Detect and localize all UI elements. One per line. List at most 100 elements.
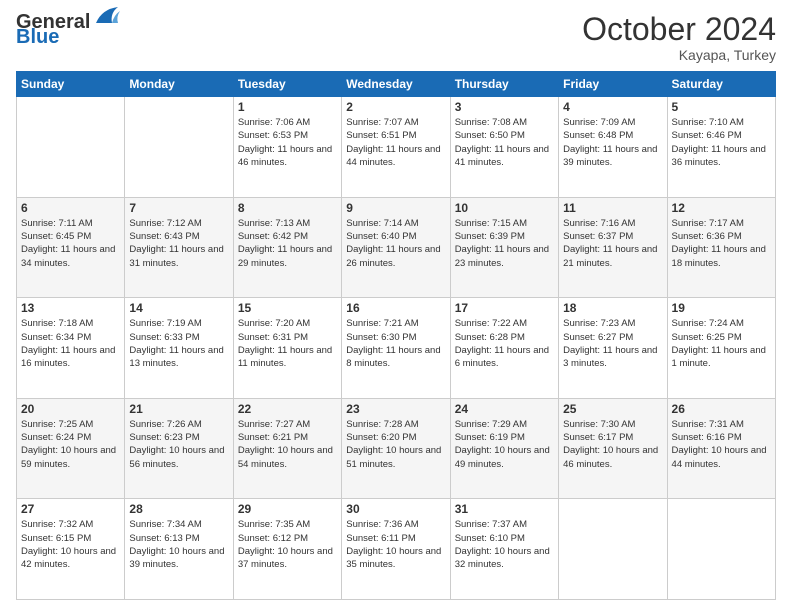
day-info: Sunrise: 7:09 AMSunset: 6:48 PMDaylight:… xyxy=(563,116,662,169)
day-info: Sunrise: 7:10 AMSunset: 6:46 PMDaylight:… xyxy=(672,116,771,169)
day-number: 10 xyxy=(455,201,554,215)
day-number: 11 xyxy=(563,201,662,215)
calendar-cell: 30 Sunrise: 7:36 AMSunset: 6:11 PMDayligh… xyxy=(342,499,450,600)
calendar-cell: 27Sunrise: 7:32 AMSunset: 6:15 PMDayligh… xyxy=(17,499,125,600)
weekday-header-row: SundayMondayTuesdayWednesdayThursdayFrid… xyxy=(17,72,776,97)
day-number: 13 xyxy=(21,301,120,315)
day-number: 28 xyxy=(129,502,228,516)
day-number: 3 xyxy=(455,100,554,114)
day-info: Sunrise: 7:15 AMSunset: 6:39 PMDaylight:… xyxy=(455,217,554,270)
weekday-header: Saturday xyxy=(667,72,775,97)
day-number: 29 xyxy=(238,502,337,516)
calendar-cell: 3 Sunrise: 7:08 AMSunset: 6:50 PMDaylight… xyxy=(450,97,558,198)
weekday-header: Thursday xyxy=(450,72,558,97)
calendar-cell: 20Sunrise: 7:25 AMSunset: 6:24 PMDayligh… xyxy=(17,398,125,499)
day-info: Sunrise: 7:11 AMSunset: 6:45 PMDaylight:… xyxy=(21,217,120,270)
day-number: 17 xyxy=(455,301,554,315)
day-info: Sunrise: 7:16 AMSunset: 6:37 PMDaylight:… xyxy=(563,217,662,270)
day-info: Sunrise: 7:34 AMSunset: 6:13 PMDaylight:… xyxy=(129,518,228,571)
calendar-table: SundayMondayTuesdayWednesdayThursdayFrid… xyxy=(16,71,776,600)
calendar-cell: 13 Sunrise: 7:18 AMSunset: 6:34 PMDayligh… xyxy=(17,298,125,399)
day-info: Sunrise: 7:08 AMSunset: 6:50 PMDaylight:… xyxy=(455,116,554,169)
calendar-cell: 19Sunrise: 7:24 AMSunset: 6:25 PMDayligh… xyxy=(667,298,775,399)
day-number: 7 xyxy=(129,201,228,215)
day-number: 8 xyxy=(238,201,337,215)
calendar-cell: 25 Sunrise: 7:30 AMSunset: 6:17 PMDayligh… xyxy=(559,398,667,499)
calendar-cell xyxy=(559,499,667,600)
day-number: 9 xyxy=(346,201,445,215)
day-number: 4 xyxy=(563,100,662,114)
day-number: 26 xyxy=(672,402,771,416)
calendar-cell: 8Sunrise: 7:13 AMSunset: 6:42 PMDaylight… xyxy=(233,197,341,298)
weekday-header: Wednesday xyxy=(342,72,450,97)
logo: General Blue xyxy=(16,12,120,49)
weekday-header: Sunday xyxy=(17,72,125,97)
title-section: October 2024 Kayapa, Turkey xyxy=(582,12,776,63)
day-info: Sunrise: 7:19 AMSunset: 6:33 PMDaylight:… xyxy=(129,317,228,370)
calendar-cell xyxy=(17,97,125,198)
day-info: Sunrise: 7:31 AMSunset: 6:16 PMDaylight:… xyxy=(672,418,771,471)
day-number: 20 xyxy=(21,402,120,416)
weekday-header: Monday xyxy=(125,72,233,97)
calendar-week-row: 1 Sunrise: 7:06 AMSunset: 6:53 PMDaylight… xyxy=(17,97,776,198)
day-info: Sunrise: 7:23 AMSunset: 6:27 PMDaylight:… xyxy=(563,317,662,370)
day-info: Sunrise: 7:37 AMSunset: 6:10 PMDaylight:… xyxy=(455,518,554,571)
day-number: 21 xyxy=(129,402,228,416)
calendar-cell: 28 Sunrise: 7:34 AMSunset: 6:13 PMDayligh… xyxy=(125,499,233,600)
day-number: 19 xyxy=(672,301,771,315)
calendar-cell: 6 Sunrise: 7:11 AMSunset: 6:45 PMDaylight… xyxy=(17,197,125,298)
day-number: 25 xyxy=(563,402,662,416)
calendar-cell: 5 Sunrise: 7:10 AMSunset: 6:46 PMDaylight… xyxy=(667,97,775,198)
calendar-cell: 26 Sunrise: 7:31 AMSunset: 6:16 PMDayligh… xyxy=(667,398,775,499)
calendar-week-row: 13 Sunrise: 7:18 AMSunset: 6:34 PMDayligh… xyxy=(17,298,776,399)
location: Kayapa, Turkey xyxy=(582,47,776,63)
calendar-cell: 15Sunrise: 7:20 AMSunset: 6:31 PMDayligh… xyxy=(233,298,341,399)
calendar-cell: 21 Sunrise: 7:26 AMSunset: 6:23 PMDayligh… xyxy=(125,398,233,499)
calendar-week-row: 27Sunrise: 7:32 AMSunset: 6:15 PMDayligh… xyxy=(17,499,776,600)
day-info: Sunrise: 7:06 AMSunset: 6:53 PMDaylight:… xyxy=(238,116,337,169)
calendar-cell: 18Sunrise: 7:23 AMSunset: 6:27 PMDayligh… xyxy=(559,298,667,399)
weekday-header: Friday xyxy=(559,72,667,97)
calendar-cell: 14 Sunrise: 7:19 AMSunset: 6:33 PMDayligh… xyxy=(125,298,233,399)
day-number: 15 xyxy=(238,301,337,315)
calendar-cell: 29 Sunrise: 7:35 AMSunset: 6:12 PMDayligh… xyxy=(233,499,341,600)
calendar-cell: 31 Sunrise: 7:37 AMSunset: 6:10 PMDayligh… xyxy=(450,499,558,600)
header: General Blue October 2024 Kayapa, Turkey xyxy=(16,12,776,63)
day-info: Sunrise: 7:22 AMSunset: 6:28 PMDaylight:… xyxy=(455,317,554,370)
day-info: Sunrise: 7:35 AMSunset: 6:12 PMDaylight:… xyxy=(238,518,337,571)
day-number: 2 xyxy=(346,100,445,114)
day-number: 16 xyxy=(346,301,445,315)
logo-bird-icon xyxy=(92,5,120,27)
day-number: 6 xyxy=(21,201,120,215)
day-info: Sunrise: 7:07 AMSunset: 6:51 PMDaylight:… xyxy=(346,116,445,169)
day-info: Sunrise: 7:28 AMSunset: 6:20 PMDaylight:… xyxy=(346,418,445,471)
day-info: Sunrise: 7:30 AMSunset: 6:17 PMDaylight:… xyxy=(563,418,662,471)
day-number: 1 xyxy=(238,100,337,114)
day-number: 31 xyxy=(455,502,554,516)
calendar-cell: 1 Sunrise: 7:06 AMSunset: 6:53 PMDaylight… xyxy=(233,97,341,198)
day-number: 22 xyxy=(238,402,337,416)
day-info: Sunrise: 7:17 AMSunset: 6:36 PMDaylight:… xyxy=(672,217,771,270)
day-number: 14 xyxy=(129,301,228,315)
logo-blue: Blue xyxy=(16,26,59,49)
day-info: Sunrise: 7:21 AMSunset: 6:30 PMDaylight:… xyxy=(346,317,445,370)
calendar-cell: 7Sunrise: 7:12 AMSunset: 6:43 PMDaylight… xyxy=(125,197,233,298)
day-number: 30 xyxy=(346,502,445,516)
day-number: 23 xyxy=(346,402,445,416)
calendar-week-row: 20Sunrise: 7:25 AMSunset: 6:24 PMDayligh… xyxy=(17,398,776,499)
day-info: Sunrise: 7:26 AMSunset: 6:23 PMDaylight:… xyxy=(129,418,228,471)
calendar-cell: 11 Sunrise: 7:16 AMSunset: 6:37 PMDayligh… xyxy=(559,197,667,298)
calendar-cell: 10 Sunrise: 7:15 AMSunset: 6:39 PMDayligh… xyxy=(450,197,558,298)
day-number: 27 xyxy=(21,502,120,516)
calendar-cell xyxy=(125,97,233,198)
day-info: Sunrise: 7:14 AMSunset: 6:40 PMDaylight:… xyxy=(346,217,445,270)
calendar-week-row: 6 Sunrise: 7:11 AMSunset: 6:45 PMDaylight… xyxy=(17,197,776,298)
calendar-cell: 4 Sunrise: 7:09 AMSunset: 6:48 PMDaylight… xyxy=(559,97,667,198)
day-number: 5 xyxy=(672,100,771,114)
day-number: 24 xyxy=(455,402,554,416)
day-info: Sunrise: 7:36 AMSunset: 6:11 PMDaylight:… xyxy=(346,518,445,571)
calendar-cell xyxy=(667,499,775,600)
day-info: Sunrise: 7:18 AMSunset: 6:34 PMDaylight:… xyxy=(21,317,120,370)
page: General Blue October 2024 Kayapa, Turkey… xyxy=(0,0,792,612)
weekday-header: Tuesday xyxy=(233,72,341,97)
